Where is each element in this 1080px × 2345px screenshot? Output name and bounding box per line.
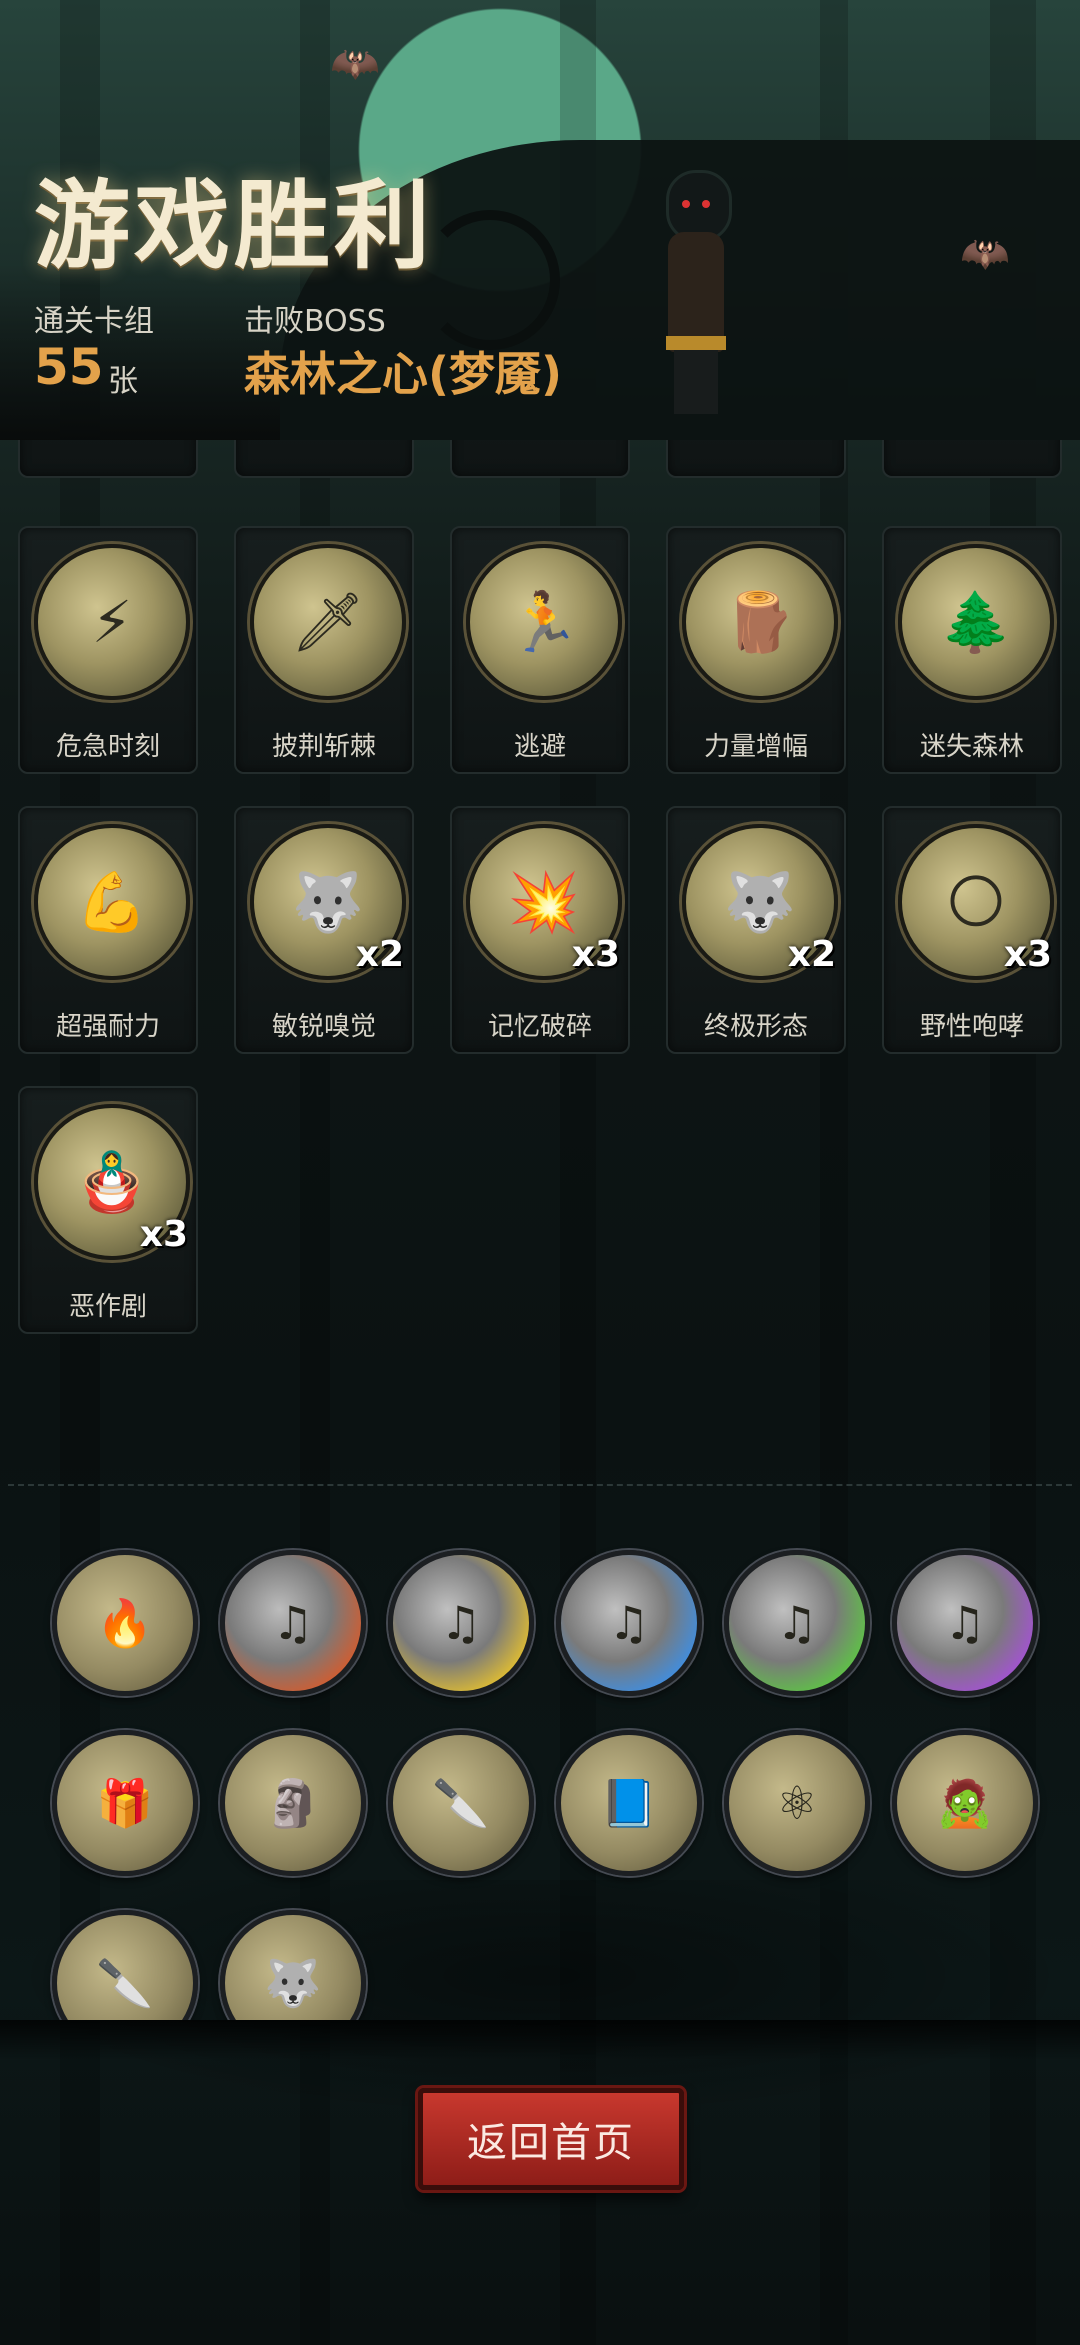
card-item[interactable]: 🗡 披荆斩棘 bbox=[234, 526, 414, 774]
purple-music-skull-icon[interactable]: ♫ bbox=[892, 1550, 1038, 1696]
yellow-music-skull-icon[interactable]: ♫ bbox=[388, 1550, 534, 1696]
log-lift-art: 🪵 bbox=[682, 544, 838, 700]
card-label: 敏锐嗅觉 bbox=[271, 1012, 376, 1042]
hero-character bbox=[648, 160, 744, 420]
card-label: 逃避 bbox=[513, 732, 566, 762]
boss-name: 森林之心(梦魇) bbox=[244, 347, 563, 401]
blue-music-skull-icon[interactable]: ♫ bbox=[556, 1550, 702, 1696]
bat-icon: 🦇 bbox=[330, 41, 380, 87]
card-item[interactable]: 💪 超强耐力 bbox=[18, 806, 198, 1054]
card-count: x3 bbox=[1003, 934, 1052, 975]
machete-art: 🗡 bbox=[250, 544, 406, 700]
return-home-button[interactable]: 返回首页 bbox=[418, 2088, 684, 2190]
card-item[interactable]: 🐺 x2 终极形态 bbox=[666, 806, 846, 1054]
card-count: x3 bbox=[139, 1214, 188, 1255]
endurance-art: 💪 bbox=[34, 824, 190, 980]
molecule-icon[interactable]: ⚛ bbox=[724, 1730, 870, 1876]
section-divider bbox=[8, 1484, 1072, 1486]
card-label: 野性咆哮 bbox=[919, 1012, 1024, 1042]
card-item[interactable]: 🏃 逃避 bbox=[450, 526, 630, 774]
card-label: 恶作剧 bbox=[68, 1292, 147, 1322]
card-label: 危急时刻 bbox=[55, 732, 160, 762]
flee-art: 🏃 bbox=[466, 544, 622, 700]
crisis-art: ⚡ bbox=[34, 544, 190, 700]
card-item[interactable]: ⚡ 危急时刻 bbox=[18, 526, 198, 774]
card-item[interactable]: 🌕 x3 野性咆哮 bbox=[882, 806, 1062, 1054]
card-item[interactable]: 🌲 迷失森林 bbox=[882, 526, 1062, 774]
card-count: x2 bbox=[355, 934, 404, 975]
green-music-skull-icon[interactable]: ♫ bbox=[724, 1550, 870, 1696]
card-label: 超强耐力 bbox=[55, 1012, 160, 1042]
spellbook-icon[interactable]: 📘 bbox=[556, 1730, 702, 1876]
lost-forest-art: 🌲 bbox=[898, 544, 1054, 700]
card-label: 力量增幅 bbox=[703, 732, 808, 762]
bat-icon: 🦇 bbox=[960, 231, 1010, 277]
card-partial bbox=[234, 440, 414, 478]
card-item[interactable]: 🪆 x3 恶作剧 bbox=[18, 1086, 198, 1334]
card-partial bbox=[450, 440, 630, 478]
rabbit-blade-icon[interactable]: 🔪 bbox=[388, 1730, 534, 1876]
cleared-decks-unit: 张 bbox=[108, 364, 138, 399]
relic-list[interactable]: 🔥 ♫ ♫ ♫ ♫ ♫ 🎁 🗿 🔪 📘 ⚛ 🧟 🔪 🐺 bbox=[0, 1530, 1080, 2020]
victory-header: 🦇 🦇 游戏胜利 通关卡组 55 张 击败BOSS 森林之心(梦魇) bbox=[0, 0, 1080, 440]
card-label: 披荆斩棘 bbox=[271, 732, 376, 762]
footer-shadow bbox=[0, 2020, 1080, 2060]
card-label: 迷失森林 bbox=[919, 732, 1024, 762]
swirl-curl bbox=[420, 210, 560, 350]
card-item[interactable]: 🐺 x2 敏锐嗅觉 bbox=[234, 806, 414, 1054]
rabbit-blade-2-icon[interactable]: 🔪 bbox=[52, 1910, 198, 2020]
card-label: 记忆破碎 bbox=[487, 1012, 592, 1042]
vip-gift-icon[interactable]: 🎁 bbox=[52, 1730, 198, 1876]
card-count: x2 bbox=[787, 934, 836, 975]
werewolf-green-icon[interactable]: 🐺 bbox=[220, 1910, 366, 2020]
cleared-decks-count: 55 bbox=[34, 338, 104, 396]
cleared-decks-label: 通关卡组 bbox=[34, 304, 154, 339]
zombie-scholar-icon[interactable]: 🧟 bbox=[892, 1730, 1038, 1876]
statue-icon[interactable]: 🗿 bbox=[220, 1730, 366, 1876]
card-label: 终极形态 bbox=[703, 1012, 808, 1042]
defeated-boss-label: 击败BOSS bbox=[244, 304, 386, 339]
card-partial bbox=[18, 440, 198, 478]
card-partial bbox=[666, 440, 846, 478]
campfire-knight-icon[interactable]: 🔥 bbox=[52, 1550, 198, 1696]
card-item[interactable]: 💥 x3 记忆破碎 bbox=[450, 806, 630, 1054]
page-title: 游戏胜利 bbox=[34, 173, 434, 280]
card-item[interactable]: 🪵 力量增幅 bbox=[666, 526, 846, 774]
card-count: x3 bbox=[571, 934, 620, 975]
red-music-skull-icon[interactable]: ♫ bbox=[220, 1550, 366, 1696]
card-deck-list[interactable]: ⚡ 危急时刻 🗡 披荆斩棘 🏃 逃避 🪵 力量增幅 🌲 迷失森林 💪 超强耐力 … bbox=[0, 440, 1080, 1370]
card-partial bbox=[882, 440, 1062, 478]
